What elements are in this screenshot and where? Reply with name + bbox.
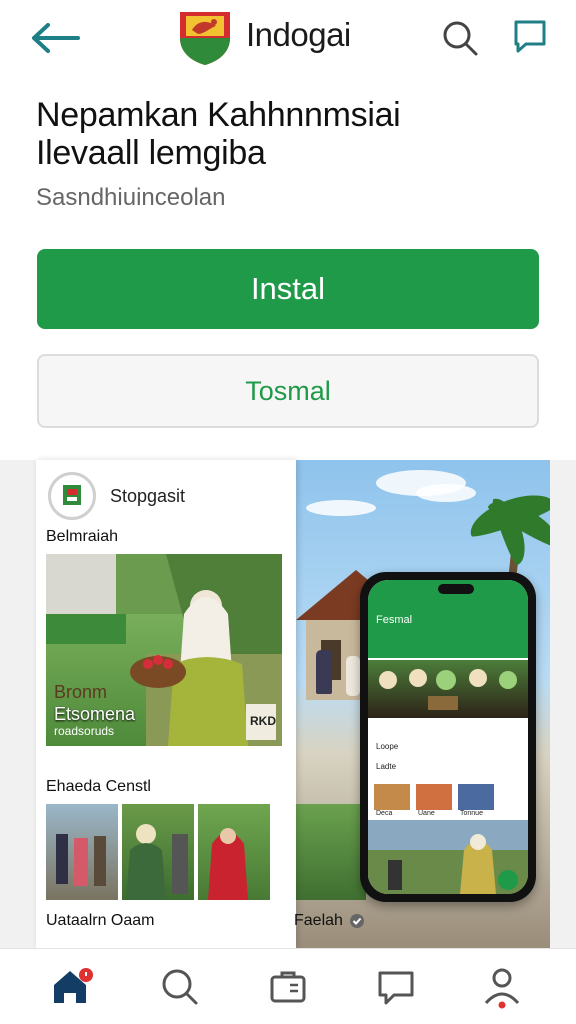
app-title: Nepamkan Kahhnnmsiai Ilevaall lemgiba: [36, 96, 546, 172]
card-logo: [48, 472, 96, 520]
install-button[interactable]: Instal: [37, 249, 539, 329]
top-app-bar: Indogai: [0, 0, 576, 80]
phone-row-1: Loope: [376, 742, 399, 751]
search-button[interactable]: [440, 18, 480, 58]
nav-home[interactable]: [50, 965, 94, 1009]
nav-search[interactable]: [158, 965, 202, 1009]
phone-screen: Fesmal Loope Ladte Deca Uane Tonnue: [368, 580, 528, 894]
app-title-line1: Nepamkan Kahhnnmsiai: [36, 96, 401, 134]
app-subtitle: Sasndhiuinceolan: [36, 184, 226, 211]
bottom-navigation: [0, 948, 576, 1024]
chat-button[interactable]: [510, 16, 550, 56]
phone-thumbnail: [458, 784, 494, 810]
back-button[interactable]: [30, 18, 86, 58]
card-thumbnail: [122, 804, 194, 900]
home-icon: [54, 968, 93, 1003]
phone-thumbnail: [374, 784, 410, 810]
card-brand: Stopgasit: [110, 486, 186, 506]
phone-row-2: Ladte: [376, 762, 397, 771]
phone-thumb-label: Deca: [376, 810, 393, 817]
brand-name: Indogai: [246, 16, 351, 53]
phone-app-label: Fesmal: [376, 614, 413, 626]
nav-library[interactable]: [266, 965, 310, 1009]
search-icon: [162, 969, 198, 1005]
search-icon: [443, 21, 478, 56]
secondary-button[interactable]: Tosmal: [37, 354, 539, 428]
card-thumbnail: [46, 804, 118, 900]
scene-caption-text: Faelah: [294, 912, 343, 929]
chat-icon: [378, 971, 414, 1005]
card-thumbnail: [198, 804, 270, 900]
briefcase-icon: [270, 971, 306, 1003]
card-footer-label: Uataalrn Oaam: [46, 912, 155, 929]
phone-banner-image: [368, 660, 528, 718]
photo-caption-2: Etsomena: [54, 704, 136, 724]
app-title-line2: Ilevaall lemgiba: [36, 134, 266, 172]
scene-thumbnail: [296, 804, 366, 900]
nav-profile[interactable]: [480, 965, 524, 1009]
person-icon: [484, 968, 520, 1009]
phone-thumb-label: Tonnue: [460, 810, 483, 817]
card-section-title: Belmraiah: [46, 528, 119, 545]
phone-mockup: Fesmal Loope Ladte Deca Uane Tonnue: [360, 572, 536, 902]
card-section-title-2: Ehaeda Censtl: [46, 778, 151, 795]
chat-icon: [514, 20, 546, 53]
brand-logo: [176, 8, 234, 66]
phone-thumbnail: [416, 784, 452, 810]
scene-caption: Faelah: [294, 912, 365, 930]
phone-photo: [368, 820, 528, 894]
phone-thumb-label: Uane: [418, 810, 435, 817]
verified-icon: [349, 914, 364, 928]
app-screenshot-card: Stopgasit Belmraiah Bronm Etsomena roads…: [36, 460, 296, 948]
nav-messages[interactable]: [374, 965, 418, 1009]
photo-caption-3: roadsoruds: [54, 724, 115, 738]
featured-photo: Bronm Etsomena roadsoruds RKD: [46, 554, 282, 746]
arrow-left-icon: [32, 23, 80, 53]
photo-caption-1: Bronm: [54, 682, 108, 702]
photo-badge: RKD: [250, 714, 276, 728]
